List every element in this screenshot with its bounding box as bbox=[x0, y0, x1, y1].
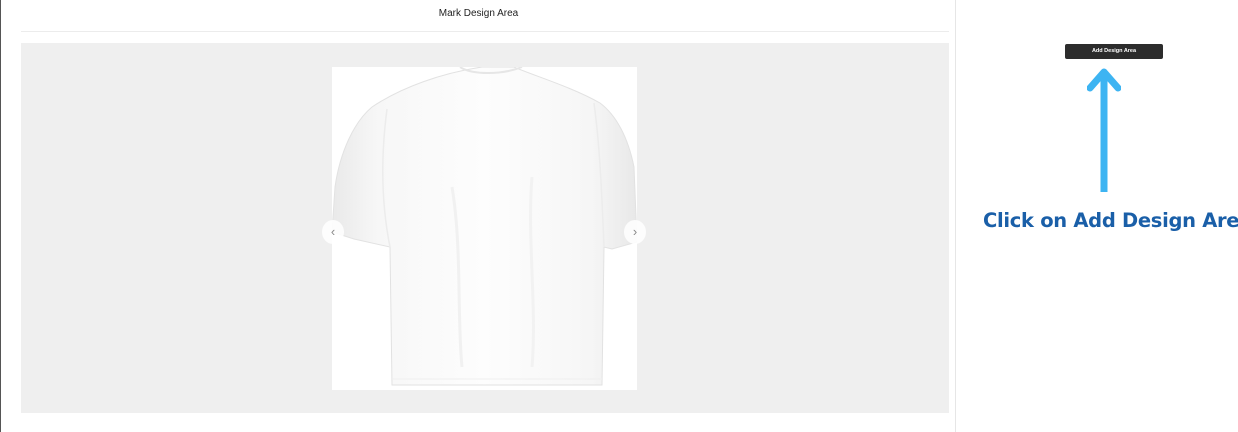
header-divider bbox=[21, 31, 949, 32]
prev-image-button[interactable]: ‹ bbox=[322, 220, 344, 244]
design-area-panel: Mark Design Area ‹ › bbox=[1, 0, 956, 432]
add-design-area-button[interactable]: Add Design Area bbox=[1065, 44, 1163, 59]
panel-header: Mark Design Area bbox=[1, 0, 956, 31]
tshirt-back-icon bbox=[332, 67, 637, 386]
chevron-right-icon: › bbox=[632, 224, 638, 239]
design-canvas[interactable]: ‹ › bbox=[21, 43, 949, 413]
arrow-up-icon bbox=[1087, 68, 1121, 192]
tshirt-image[interactable] bbox=[332, 67, 637, 390]
chevron-left-icon: ‹ bbox=[330, 224, 336, 239]
next-image-button[interactable]: › bbox=[624, 220, 646, 244]
panel-title: Mark Design Area bbox=[438, 8, 519, 19]
side-panel: Add Design Area Click on Add Design Area bbox=[957, 0, 1238, 432]
instruction-text: Click on Add Design Area bbox=[983, 209, 1238, 232]
